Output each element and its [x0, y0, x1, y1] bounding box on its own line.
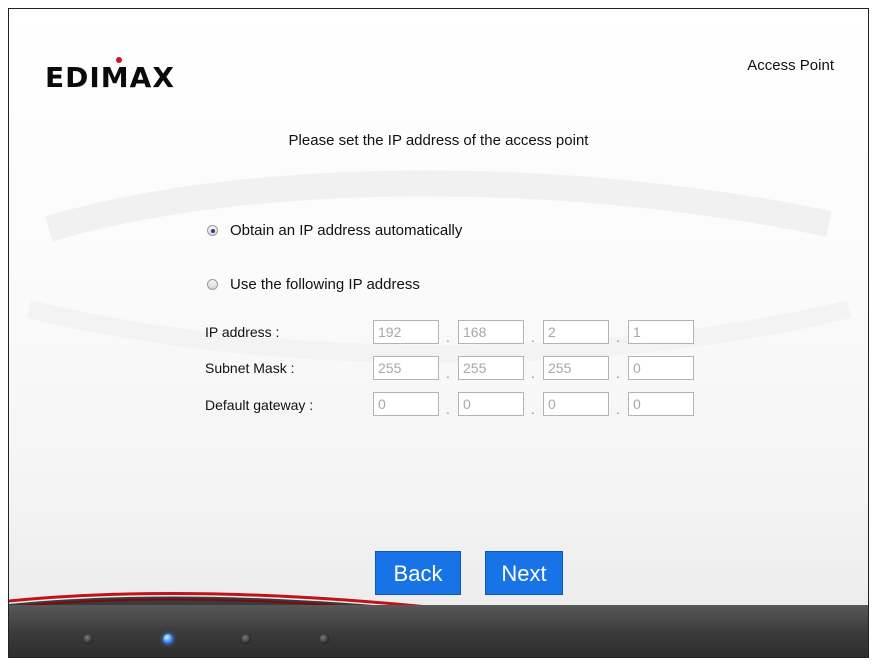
next-button[interactable]: Next: [485, 551, 563, 595]
octet-separator: .: [616, 365, 620, 381]
default-gateway-octet-1[interactable]: [373, 392, 439, 416]
radio-label: Use the following IP address: [230, 276, 420, 293]
octet-separator: .: [531, 365, 535, 381]
radio-unselected-icon[interactable]: [207, 279, 218, 290]
step-indicator-4-icon: [319, 634, 329, 644]
ip-address-octet-1[interactable]: [373, 320, 439, 344]
default-gateway-octet-4[interactable]: [628, 392, 694, 416]
radio-obtain-automatically[interactable]: Obtain an IP address automatically: [207, 222, 462, 239]
subnet-mask-octet-1[interactable]: [373, 356, 439, 380]
step-indicator-3-icon: [241, 634, 251, 644]
default-gateway-label: Default gateway :: [205, 397, 314, 413]
subnet-mask-label: Subnet Mask :: [205, 360, 295, 376]
back-button[interactable]: Back: [375, 551, 461, 595]
wizard-frame: EDIMAX Access Point Please set the IP ad…: [8, 8, 869, 658]
logo-dot-icon: [116, 57, 122, 63]
step-indicator-2-icon: [163, 634, 173, 644]
octet-separator: .: [446, 365, 450, 381]
subnet-mask-octet-3[interactable]: [543, 356, 609, 380]
step-indicator-1-icon: [83, 634, 93, 644]
edimax-logo: EDIMAX: [45, 57, 175, 94]
subnet-mask-octet-2[interactable]: [458, 356, 524, 380]
bottom-status-bar: [9, 605, 868, 657]
octet-separator: .: [616, 329, 620, 345]
subnet-mask-octet-4[interactable]: [628, 356, 694, 380]
page-heading: Please set the IP address of the access …: [288, 132, 589, 149]
radio-selected-icon[interactable]: [207, 225, 218, 236]
octet-separator: .: [531, 401, 535, 417]
ip-address-label: IP address :: [205, 324, 280, 340]
ip-address-octet-4[interactable]: [628, 320, 694, 344]
octet-separator: .: [446, 401, 450, 417]
default-gateway-octet-2[interactable]: [458, 392, 524, 416]
default-gateway-octet-3[interactable]: [543, 392, 609, 416]
ip-address-octet-3[interactable]: [543, 320, 609, 344]
octet-separator: .: [446, 329, 450, 345]
radio-label: Obtain an IP address automatically: [230, 222, 463, 239]
octet-separator: .: [531, 329, 535, 345]
radio-use-following[interactable]: Use the following IP address: [207, 276, 420, 293]
ip-address-octet-2[interactable]: [458, 320, 524, 344]
mode-label: Access Point: [747, 57, 834, 74]
octet-separator: .: [616, 401, 620, 417]
